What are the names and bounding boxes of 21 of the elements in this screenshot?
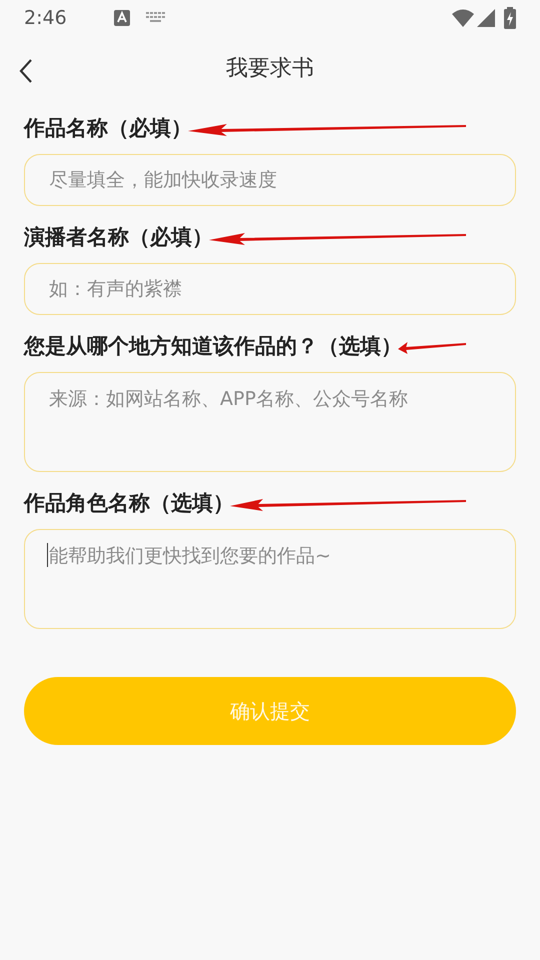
wifi-icon — [452, 9, 474, 27]
field-label: 您是从哪个地方知道该作品的？（选填） — [24, 333, 402, 360]
status-time: 2:46 — [24, 6, 67, 31]
text-area[interactable]: 来源：如网站名称、APP名称、公众号名称 — [24, 372, 516, 472]
field-label: 演播者名称（必填） — [24, 224, 213, 252]
keyboard-icon — [146, 12, 166, 24]
arrow-icon — [209, 230, 466, 246]
arrow-icon — [398, 339, 466, 355]
field-label: 作品名称（必填） — [24, 115, 192, 142]
submit-button[interactable]: 确认提交 — [24, 677, 516, 745]
text-input-icon — [114, 10, 130, 26]
page-title: 我要求书 — [226, 54, 314, 82]
arrow-icon — [188, 121, 466, 137]
field-label: 作品角色名称（选填） — [24, 490, 234, 518]
arrow-icon — [230, 496, 466, 512]
signal-icon — [477, 9, 495, 27]
input-field[interactable]: 尽量填全，能加快收录速度 — [24, 154, 516, 206]
battery-icon — [504, 7, 516, 29]
text-area[interactable]: 能帮助我们更快找到您要的作品~ — [24, 529, 516, 629]
input-field[interactable]: 如：有声的紫襟 — [24, 263, 516, 315]
back-icon — [18, 58, 34, 84]
